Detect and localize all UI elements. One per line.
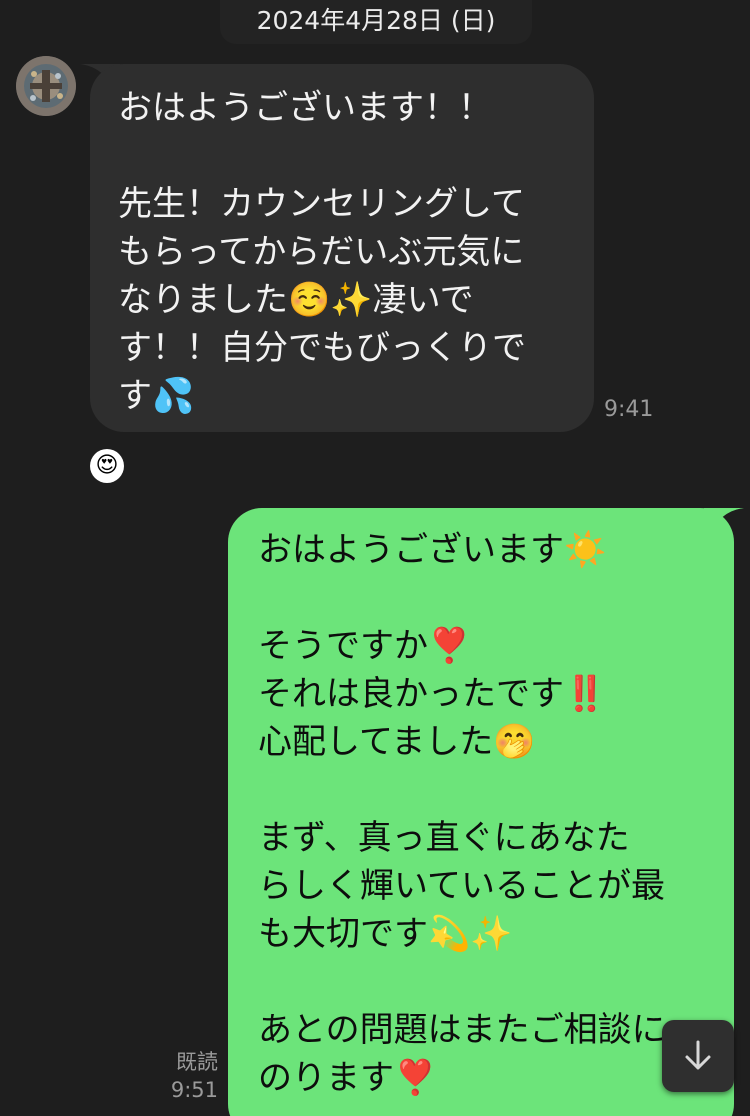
outgoing-message-bubble[interactable]: おはようございます☀️ そうですか❣️ それは良かったです‼️ 心配してました🤭…: [228, 508, 734, 1116]
date-separator: 2024年4月28日 (日): [220, 0, 532, 44]
arrow-down-icon: [685, 1040, 711, 1070]
sender-avatar[interactable]: [16, 56, 76, 116]
read-receipt: 既読: [176, 1050, 218, 1074]
incoming-message-time: 9:41: [604, 397, 654, 422]
outgoing-message-meta: 既読 9:51: [160, 1048, 218, 1104]
outgoing-message-time: 9:51: [170, 1078, 218, 1102]
avatar-image: [16, 56, 76, 116]
chat-screen: 2024年4月28日 (日) おはようございます！！ 先生！カウンセリングして …: [0, 0, 750, 1116]
scroll-to-bottom-button[interactable]: [662, 1020, 734, 1092]
incoming-message-bubble[interactable]: おはようございます！！ 先生！カウンセリングして もらってからだいぶ元気に なり…: [90, 64, 594, 432]
reaction-emoji[interactable]: 😍: [90, 449, 124, 483]
